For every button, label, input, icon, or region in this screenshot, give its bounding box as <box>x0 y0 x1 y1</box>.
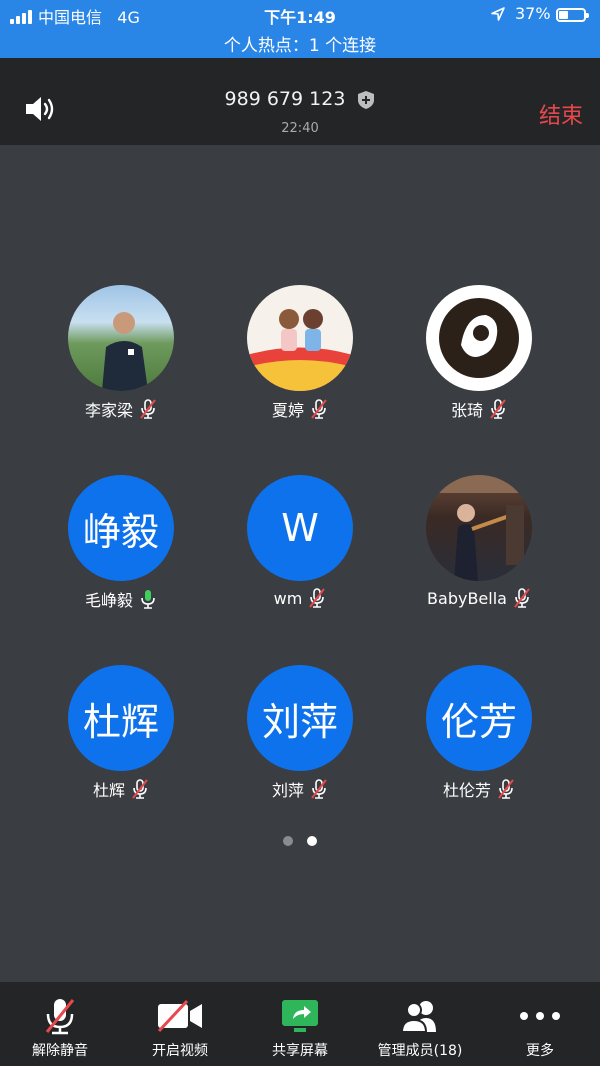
participant-tile[interactable]: BabyBella <box>389 475 569 609</box>
participant-name: 毛峥毅 <box>84 591 133 610</box>
participant-tile[interactable]: 伦芳 杜伦芳 <box>389 665 569 801</box>
share-screen-label: 共享屏幕 <box>272 1043 328 1059</box>
battery-percent: 37% <box>515 4 551 23</box>
start-video-button[interactable]: 开启视频 <box>120 982 240 1066</box>
participant-avatar: 峥毅 <box>68 475 174 581</box>
meeting-toolbar: 解除静音 开启视频 共享屏幕 管理成员(18) 更多 <box>0 982 600 1066</box>
meeting-id-text: 989 679 123 <box>224 88 346 110</box>
unmute-button[interactable]: 解除静音 <box>0 982 120 1066</box>
meeting-id[interactable]: 989 679 123 <box>0 88 600 110</box>
participant-avatar: 伦芳 <box>426 665 532 771</box>
mic-muted-icon <box>498 779 514 799</box>
participant-avatar: 杜辉 <box>68 665 174 771</box>
unmute-label: 解除静音 <box>32 1043 88 1059</box>
participant-avatar <box>247 285 353 391</box>
violinist-photo <box>426 475 532 581</box>
participant-name: 李家梁 <box>84 401 133 420</box>
hotspot-banner[interactable]: 个人热点：1 个连接 <box>0 31 600 56</box>
participant-avatar <box>68 285 174 391</box>
cat-logo-photo <box>439 298 519 378</box>
more-icon <box>520 1012 560 1020</box>
participant-tile[interactable]: W wm <box>210 475 390 609</box>
share-screen-button[interactable]: 共享屏幕 <box>240 982 360 1066</box>
illustration-photo <box>247 309 353 391</box>
participants-label: 管理成员(18) <box>377 1043 463 1059</box>
mic-muted-icon <box>311 399 327 419</box>
person-photo <box>102 312 148 391</box>
participant-tile[interactable]: 夏婷 <box>210 285 390 421</box>
start-video-label: 开启视频 <box>152 1043 208 1059</box>
more-button[interactable]: 更多 <box>480 982 600 1066</box>
participants-button[interactable]: 管理成员(18) <box>360 982 480 1066</box>
page-dot-2[interactable] <box>307 836 317 846</box>
participant-name: wm <box>273 588 303 608</box>
participant-avatar: 刘萍 <box>247 665 353 771</box>
participant-tile[interactable]: 李家梁 <box>31 285 211 421</box>
participant-avatar <box>426 475 532 581</box>
participant-avatar <box>426 285 532 391</box>
more-label: 更多 <box>526 1043 554 1059</box>
participant-tile[interactable]: 杜辉 杜辉 <box>31 665 211 801</box>
video-off-icon <box>157 999 202 1033</box>
battery-icon <box>556 8 589 22</box>
participant-tile[interactable]: 刘萍 刘萍 <box>210 665 390 801</box>
meeting-timer: 22:40 <box>281 121 319 136</box>
clock: 下午1:49 <box>264 8 336 27</box>
participant-avatar: W <box>247 475 353 581</box>
participant-name: 夏婷 <box>271 401 304 420</box>
meeting-header: 989 679 123 22:40 结束 <box>0 58 600 145</box>
mic-active-icon <box>141 590 155 609</box>
participant-name: 张琦 <box>450 401 483 420</box>
participant-tile[interactable]: 张琦 <box>389 285 569 421</box>
mic-muted-icon <box>490 399 506 419</box>
participant-tile[interactable]: 峥毅 毛峥毅 <box>31 475 211 611</box>
page-dot-1[interactable] <box>283 836 293 846</box>
mic-muted-icon <box>45 999 75 1035</box>
participant-name: 刘萍 <box>271 781 304 800</box>
share-screen-icon <box>282 1000 318 1032</box>
location-arrow-icon <box>491 7 505 21</box>
shield-icon[interactable] <box>357 90 375 110</box>
participant-name: BabyBella <box>427 588 507 608</box>
mic-muted-icon <box>514 588 530 608</box>
participant-name: 杜辉 <box>92 781 125 800</box>
mic-muted-icon <box>311 779 327 799</box>
participant-name: 杜伦芳 <box>442 781 491 800</box>
mic-muted-icon <box>140 399 156 419</box>
status-bar: 中国电信 4G 下午1:49 37% 个人热点：1 个连接 <box>0 0 600 58</box>
mic-muted-icon <box>309 588 326 608</box>
mic-muted-icon <box>132 779 148 799</box>
end-meeting-button[interactable]: 结束 <box>539 98 583 130</box>
participants-icon <box>400 1001 436 1033</box>
page-indicator[interactable] <box>0 836 600 846</box>
